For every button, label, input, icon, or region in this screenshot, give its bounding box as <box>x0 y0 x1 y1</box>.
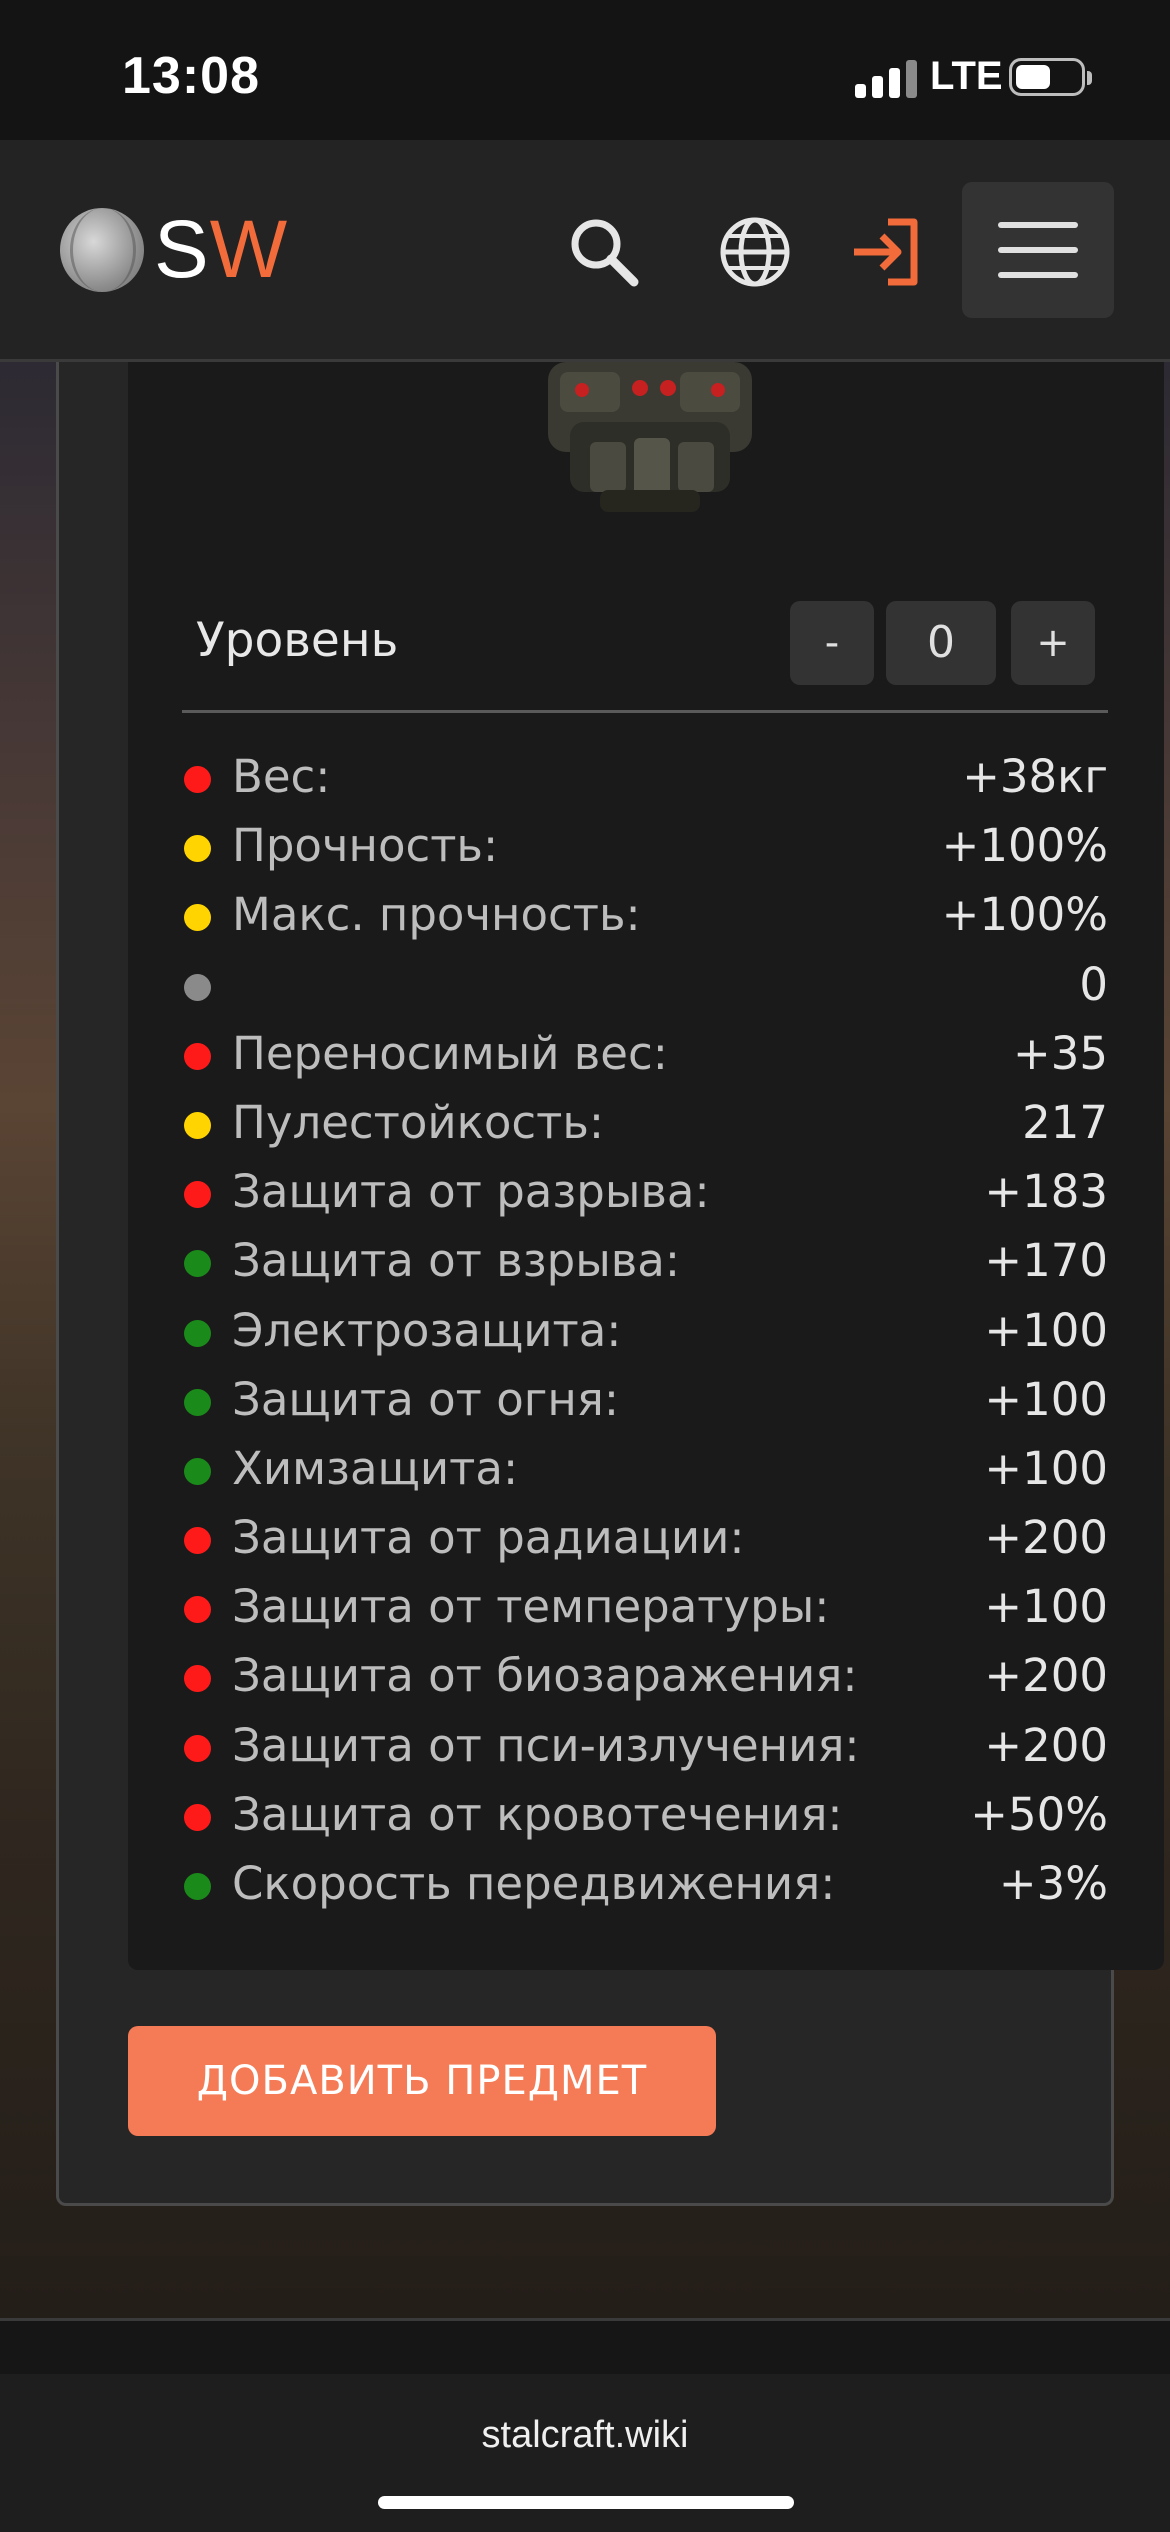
status-dot-icon <box>184 1803 211 1831</box>
stat-label: Защита от биозаражения: <box>232 1649 858 1703</box>
status-dot-icon <box>184 1873 211 1900</box>
login-icon[interactable] <box>848 212 928 292</box>
menu-icon-bar <box>998 247 1078 253</box>
site-logo[interactable]: SW <box>60 208 288 292</box>
globe-icon[interactable] <box>715 212 795 292</box>
stat-label: Макс. прочность: <box>232 888 641 942</box>
stat-label: Прочность: <box>232 819 499 873</box>
stat-row: Защита от огня: +100 <box>182 1365 1108 1434</box>
stat-row: Защита от биозаражения: +200 <box>182 1641 1108 1710</box>
battery-level <box>1016 65 1050 89</box>
stat-row: Электрозащита: +100 <box>182 1296 1108 1365</box>
stat-row: Пулестойкость: 217 <box>182 1088 1108 1157</box>
item-image <box>548 362 752 512</box>
stat-value: 217 <box>1022 1095 1108 1149</box>
stat-label: Электрозащита: <box>232 1303 622 1357</box>
stat-label: Защита от пси-излучения: <box>232 1718 860 1772</box>
stat-row: Защита от радиации: +200 <box>182 1503 1108 1572</box>
stat-row: Вес: +38кг <box>182 742 1108 811</box>
network-type: LTE <box>930 54 1003 98</box>
stat-row: Защита от разрыва: +183 <box>182 1157 1108 1226</box>
home-indicator[interactable] <box>378 2496 794 2509</box>
stat-label: Вес: <box>232 750 331 803</box>
menu-icon-bar <box>998 222 1078 228</box>
stat-label: Пулестойкость: <box>232 1095 604 1149</box>
stat-label: Скорость передвижения: <box>232 1857 836 1910</box>
status-dot-icon <box>184 1665 211 1693</box>
stat-value: +183 <box>984 1165 1108 1219</box>
url-field[interactable]: stalcraft.wiki <box>0 2414 1170 2457</box>
page-footer-strip <box>0 2318 1170 2374</box>
stat-value: +100 <box>984 1441 1108 1495</box>
status-dot-icon <box>184 1596 211 1624</box>
site-header: SW <box>0 140 1170 362</box>
level-decrement-button[interactable]: - <box>790 601 874 685</box>
stat-row: Защита от температуры: +100 <box>182 1572 1108 1641</box>
add-item-button[interactable]: ДОБАВИТЬ ПРЕДМЕТ <box>128 2026 716 2136</box>
logo-globe-icon <box>60 208 144 292</box>
stat-label: Защита от радиации: <box>232 1511 745 1565</box>
level-label: Уровень <box>196 613 399 668</box>
stat-row: Защита от кровотечения: +50% <box>182 1780 1108 1849</box>
battery-icon <box>1009 58 1092 96</box>
stat-row: Скорость передвижения: +3% <box>182 1849 1108 1918</box>
level-increment-button[interactable]: + <box>1011 601 1095 685</box>
stat-row: Химзащита: +100 <box>182 1434 1108 1503</box>
stat-value: +35 <box>1013 1026 1108 1080</box>
status-dot-icon <box>184 766 211 793</box>
stat-label: Защита от взрыва: <box>232 1234 681 1288</box>
status-dot-icon <box>184 835 211 863</box>
stat-row: Макс. прочность: +100% <box>182 880 1108 949</box>
divider <box>182 710 1108 713</box>
status-dot-icon <box>184 1734 211 1762</box>
stat-label: Химзащита: <box>232 1441 519 1495</box>
stat-label: Защита от температуры: <box>232 1580 830 1634</box>
status-dot-icon <box>184 1457 211 1485</box>
level-control: Уровень - 0 + <box>196 595 1096 685</box>
stat-value: 0 <box>1079 957 1108 1011</box>
menu-icon-bar <box>998 272 1078 278</box>
stat-row: Переносимый вес: +35 <box>182 1019 1108 1088</box>
stat-value: +170 <box>984 1234 1108 1288</box>
stats-list: Вес: +38кг Прочность: +100% Макс. прочность:… <box>182 742 1108 1918</box>
stat-value: +38кг <box>962 750 1108 803</box>
stat-value: +100 <box>984 1372 1108 1426</box>
stat-value: +100 <box>984 1580 1108 1634</box>
stat-value: +100 <box>984 1303 1108 1357</box>
status-dot-icon <box>184 1527 211 1555</box>
stat-value: +100% <box>941 819 1108 873</box>
stat-value: +200 <box>984 1649 1108 1703</box>
status-bar: 13:08 LTE <box>0 0 1170 140</box>
status-dot-icon <box>184 1181 211 1209</box>
status-time: 13:08 <box>122 47 260 105</box>
search-icon[interactable] <box>564 212 644 292</box>
status-dot-icon <box>184 1250 211 1278</box>
menu-button[interactable] <box>962 182 1114 318</box>
stat-label: Защита от кровотечения: <box>232 1787 843 1841</box>
stat-value: +50% <box>970 1787 1108 1841</box>
level-value[interactable]: 0 <box>886 601 996 685</box>
stat-label: Защита от разрыва: <box>232 1165 710 1219</box>
status-dot-icon <box>184 1111 211 1139</box>
stat-value: +3% <box>998 1857 1108 1910</box>
status-dot-icon <box>184 1319 211 1347</box>
stat-row: Защита от пси-излучения: +200 <box>182 1711 1108 1780</box>
stat-row: Защита от взрыва: +170 <box>182 1226 1108 1295</box>
status-dot-icon <box>184 973 211 1001</box>
stat-label: Защита от огня: <box>232 1372 620 1426</box>
stat-label: Переносимый вес: <box>232 1026 668 1080</box>
stat-value: +200 <box>984 1511 1108 1565</box>
stat-value: +100% <box>941 888 1108 942</box>
stat-row: 0 <box>182 950 1108 1019</box>
stat-value: +200 <box>984 1718 1108 1772</box>
status-dot-icon <box>184 904 211 932</box>
status-dot-icon <box>184 1042 211 1070</box>
stat-row: Прочность: +100% <box>182 811 1108 880</box>
signal-icon <box>855 58 917 98</box>
status-dot-icon <box>184 1388 211 1416</box>
browser-bottom-bar: stalcraft.wiki <box>0 2374 1170 2532</box>
